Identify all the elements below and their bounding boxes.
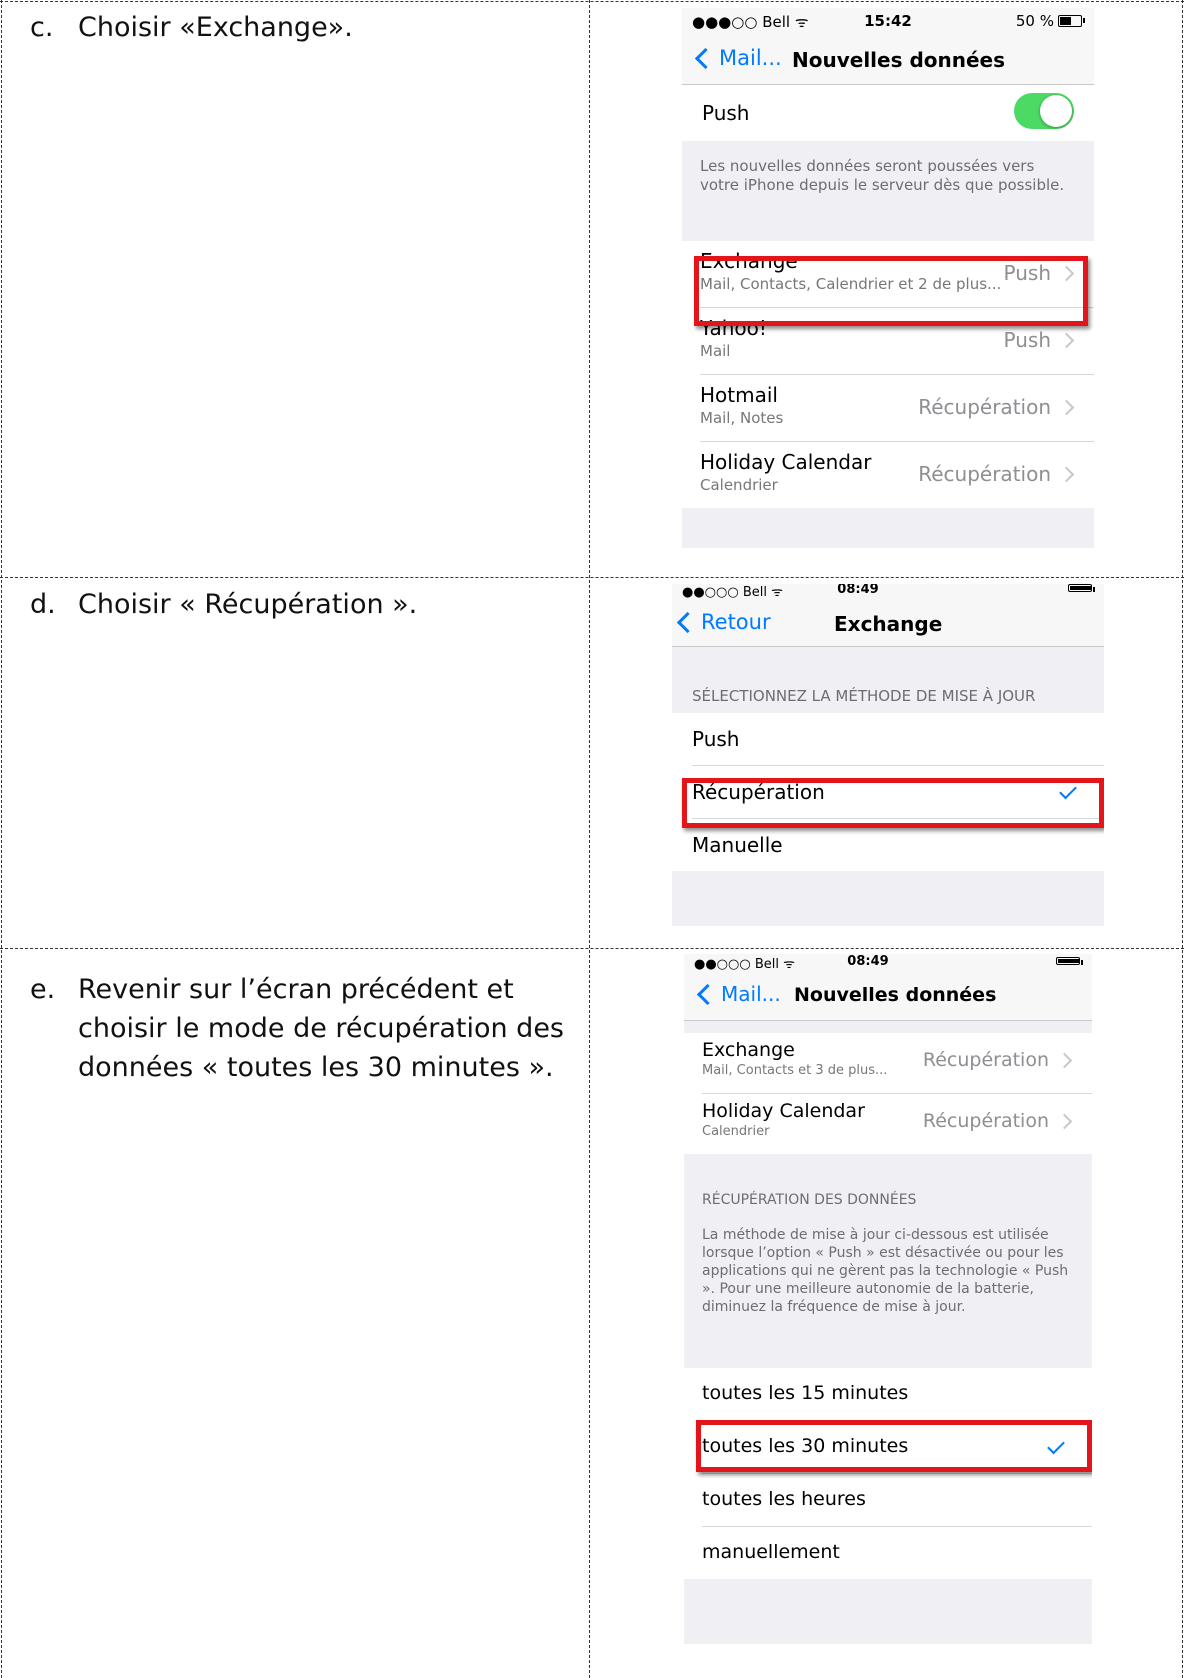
account-mode-label: Récupération: [922, 1049, 1049, 1071]
highlight-30-minutes: [696, 1420, 1092, 1472]
method-option-push[interactable]: Push: [692, 713, 1104, 766]
nav-title: Nouvelles données: [792, 48, 1006, 72]
push-label: Push: [702, 101, 750, 125]
step-c: c. Choisir «Exchange».: [30, 8, 570, 47]
push-footer: Les nouvelles données seront poussées ve…: [700, 157, 1065, 194]
step-text: Choisir « Récupération ».: [78, 589, 418, 620]
battery-indicator: [1056, 957, 1083, 965]
chevron-left-icon: [676, 611, 699, 633]
account-mode-label: Récupération: [922, 1110, 1049, 1132]
chevron-left-icon: [694, 47, 717, 69]
account-row-exchange[interactable]: Exchange Mail, Contacts et 3 de plus... …: [702, 1033, 1092, 1094]
highlight-recuperation: [682, 778, 1104, 828]
battery-icon: [1058, 15, 1085, 27]
interval-option-15min[interactable]: toutes les 15 minutes: [702, 1368, 1092, 1421]
section-header: SÉLECTIONNEZ LA MÉTHODE DE MISE À JOUR: [692, 687, 1036, 705]
option-label: toutes les heures: [702, 1488, 866, 1510]
screenshot-nouvelles-donnees-push: ●●●○○ Bell ᯤ 15:42 50 % Mail... Nouvelle…: [682, 8, 1094, 548]
account-mode-label: Récupération: [918, 462, 1051, 486]
nav-title: Exchange: [834, 612, 943, 636]
battery-indicator: [1068, 584, 1095, 592]
table-top-border: [0, 1, 1184, 2]
back-label: Mail...: [719, 46, 782, 70]
nav-bar: Retour Exchange: [672, 600, 1104, 647]
interval-option-hourly[interactable]: toutes les heures: [702, 1474, 1092, 1527]
step-letter: d.: [30, 589, 56, 620]
step-letter: e.: [30, 974, 56, 1005]
clock: 08:49: [837, 584, 879, 597]
table-column-divider: [589, 0, 590, 1678]
option-label: manuellement: [702, 1541, 840, 1563]
account-mode-label: Récupération: [918, 395, 1051, 419]
accounts-list: Exchange Mail, Contacts et 3 de plus... …: [684, 1033, 1092, 1154]
account-mode: Récupération: [918, 395, 1075, 419]
status-bar: ●●○○○ Bell ᯤ 08:49: [672, 584, 1104, 600]
step-d: d. Choisir « Récupération ».: [30, 585, 570, 624]
highlight-exchange: [694, 256, 1088, 326]
chevron-right-icon: [1056, 1113, 1073, 1129]
account-mode-label: Push: [1003, 328, 1051, 352]
table-left-border: [1, 0, 2, 1678]
back-button[interactable]: Mail...: [696, 982, 781, 1006]
screenshot-exchange-methode: ●●○○○ Bell ᯤ 08:49 Retour Exchange SÉLEC…: [672, 584, 1104, 926]
section-header: RÉCUPÉRATION DES DONNÉES: [702, 1192, 917, 1208]
chevron-right-icon: [1056, 1052, 1073, 1068]
chevron-right-icon: [1058, 466, 1075, 482]
interval-options: toutes les 15 minutes toutes les 30 minu…: [684, 1368, 1092, 1579]
back-button[interactable]: Retour: [676, 610, 771, 634]
nav-bar: Mail... Nouvelles données: [682, 36, 1094, 85]
step-text: Revenir sur l’écran précédent et choisir…: [78, 974, 564, 1083]
nav-title: Nouvelles données: [794, 984, 997, 1006]
step-e: e. Revenir sur l’écran précédent et choi…: [30, 970, 570, 1087]
back-label: Mail...: [721, 982, 781, 1006]
option-label: toutes les 15 minutes: [702, 1382, 909, 1404]
battery-icon: [1068, 584, 1095, 592]
battery-icon: [1056, 957, 1083, 965]
account-mode: Push: [1003, 328, 1075, 352]
account-row-hotmail[interactable]: Hotmail Mail, Notes Récupération: [700, 375, 1094, 442]
interval-option-manual[interactable]: manuellement: [702, 1527, 1092, 1579]
step-text: Choisir «Exchange».: [78, 12, 353, 43]
table-right-border: [1182, 0, 1183, 1678]
clock: 08:49: [847, 954, 889, 969]
status-bar: ●●●○○ Bell ᯤ 15:42 50 %: [682, 8, 1094, 36]
account-row-holiday-calendar[interactable]: Holiday Calendar Calendrier Récupération: [702, 1094, 1092, 1154]
screenshot-recuperation-donnees: ●●○○○ Bell ᯤ 08:49 Mail... Nouvelles don…: [684, 954, 1092, 1644]
account-mode: Récupération: [918, 462, 1075, 486]
chevron-right-icon: [1058, 332, 1075, 348]
nav-bar: Mail... Nouvelles données: [684, 974, 1092, 1021]
chevron-right-icon: [1058, 399, 1075, 415]
status-bar: ●●○○○ Bell ᯤ 08:49: [684, 954, 1092, 974]
step-letter: c.: [30, 12, 54, 43]
push-group: Push: [682, 85, 1094, 141]
account-mode: Récupération: [922, 1110, 1073, 1132]
table-row-divider: [0, 577, 1184, 578]
push-toggle[interactable]: [1014, 93, 1074, 129]
battery-indicator: 50 %: [1015, 12, 1085, 30]
battery-percent: 50 %: [1015, 12, 1054, 30]
account-mode: Récupération: [922, 1049, 1073, 1071]
option-label: Push: [692, 727, 740, 751]
chevron-left-icon: [696, 983, 719, 1005]
account-row-holiday-calendar[interactable]: Holiday Calendar Calendrier Récupération: [700, 442, 1094, 508]
back-button[interactable]: Mail...: [694, 46, 782, 70]
table-row-divider: [0, 948, 1184, 949]
fetch-footer: La méthode de mise à jour ci-dessous est…: [702, 1227, 1069, 1315]
toggle-knob: [1040, 95, 1072, 127]
back-label: Retour: [701, 610, 771, 634]
